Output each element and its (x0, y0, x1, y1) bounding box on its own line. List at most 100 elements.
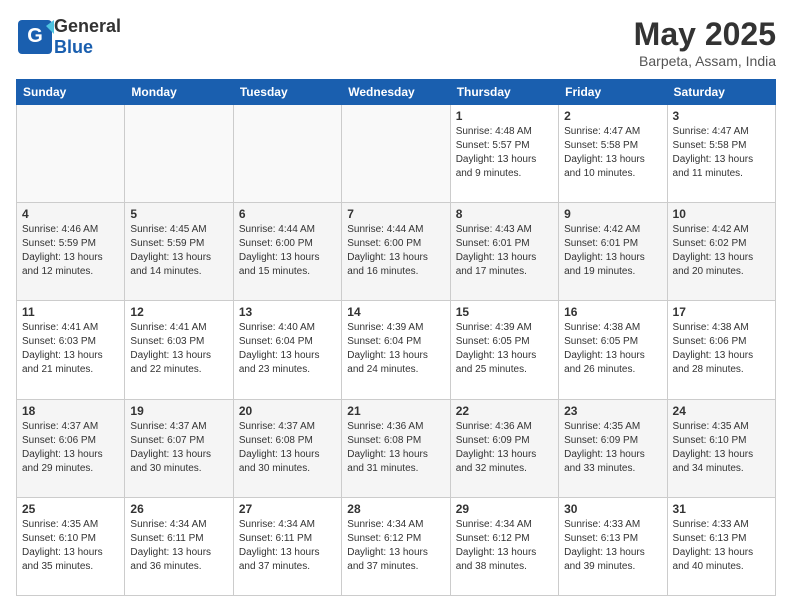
calendar-table: SundayMondayTuesdayWednesdayThursdayFrid… (16, 79, 776, 596)
header: G General Blue May 2025 Barpeta, Assam, … (16, 16, 776, 69)
day-number: 12 (130, 305, 227, 319)
calendar-cell: 6 Sunrise: 4:44 AM Sunset: 6:00 PM Daylig… (233, 203, 341, 301)
day-number: 15 (456, 305, 553, 319)
day-info: Sunrise: 4:42 AM Sunset: 6:01 PM Dayligh… (564, 223, 661, 279)
day-info: Sunrise: 4:35 AM Sunset: 6:10 PM Dayligh… (22, 518, 119, 574)
calendar-cell: 11 Sunrise: 4:41 AM Sunset: 6:03 PM Dayli… (17, 301, 125, 399)
calendar-row-4: 18 Sunrise: 4:37 AM Sunset: 6:06 PM Dayli… (17, 399, 776, 497)
calendar-cell: 21 Sunrise: 4:36 AM Sunset: 6:08 PM Dayli… (342, 399, 450, 497)
calendar-cell: 22 Sunrise: 4:36 AM Sunset: 6:09 PM Dayli… (450, 399, 558, 497)
day-number: 26 (130, 502, 227, 516)
day-info: Sunrise: 4:43 AM Sunset: 6:01 PM Dayligh… (456, 223, 553, 279)
day-number: 29 (456, 502, 553, 516)
day-info: Sunrise: 4:37 AM Sunset: 6:06 PM Dayligh… (22, 420, 119, 476)
day-number: 3 (673, 109, 770, 123)
day-info: Sunrise: 4:47 AM Sunset: 5:58 PM Dayligh… (564, 125, 661, 181)
page: G General Blue May 2025 Barpeta, Assam, … (0, 0, 792, 612)
calendar-cell: 9 Sunrise: 4:42 AM Sunset: 6:01 PM Daylig… (559, 203, 667, 301)
day-number: 19 (130, 404, 227, 418)
day-info: Sunrise: 4:33 AM Sunset: 6:13 PM Dayligh… (564, 518, 661, 574)
day-info: Sunrise: 4:34 AM Sunset: 6:11 PM Dayligh… (130, 518, 227, 574)
day-number: 22 (456, 404, 553, 418)
day-number: 25 (22, 502, 119, 516)
calendar-cell (233, 105, 341, 203)
calendar-cell: 2 Sunrise: 4:47 AM Sunset: 5:58 PM Daylig… (559, 105, 667, 203)
day-info: Sunrise: 4:34 AM Sunset: 6:12 PM Dayligh… (347, 518, 444, 574)
calendar-cell: 30 Sunrise: 4:33 AM Sunset: 6:13 PM Dayli… (559, 497, 667, 595)
calendar-cell (342, 105, 450, 203)
day-info: Sunrise: 4:41 AM Sunset: 6:03 PM Dayligh… (130, 321, 227, 377)
day-info: Sunrise: 4:38 AM Sunset: 6:06 PM Dayligh… (673, 321, 770, 377)
day-info: Sunrise: 4:36 AM Sunset: 6:08 PM Dayligh… (347, 420, 444, 476)
logo-blue-text: Blue (54, 37, 121, 58)
calendar-cell: 5 Sunrise: 4:45 AM Sunset: 5:59 PM Daylig… (125, 203, 233, 301)
col-header-saturday: Saturday (667, 80, 775, 105)
col-header-thursday: Thursday (450, 80, 558, 105)
calendar-cell: 8 Sunrise: 4:43 AM Sunset: 6:01 PM Daylig… (450, 203, 558, 301)
day-number: 21 (347, 404, 444, 418)
day-number: 4 (22, 207, 119, 221)
day-number: 20 (239, 404, 336, 418)
calendar-cell: 18 Sunrise: 4:37 AM Sunset: 6:06 PM Dayli… (17, 399, 125, 497)
calendar-cell: 7 Sunrise: 4:44 AM Sunset: 6:00 PM Daylig… (342, 203, 450, 301)
calendar-row-1: 1Sunrise: 4:48 AM Sunset: 5:57 PM Daylig… (17, 105, 776, 203)
calendar-cell: 28 Sunrise: 4:34 AM Sunset: 6:12 PM Dayli… (342, 497, 450, 595)
day-info: Sunrise: 4:37 AM Sunset: 6:07 PM Dayligh… (130, 420, 227, 476)
location: Barpeta, Assam, India (634, 53, 776, 69)
svg-text:G: G (27, 25, 43, 47)
day-info: Sunrise: 4:44 AM Sunset: 6:00 PM Dayligh… (239, 223, 336, 279)
day-number: 30 (564, 502, 661, 516)
day-number: 14 (347, 305, 444, 319)
calendar-cell: 29Sunrise: 4:34 AM Sunset: 6:12 PM Dayli… (450, 497, 558, 595)
calendar-cell: 13 Sunrise: 4:40 AM Sunset: 6:04 PM Dayli… (233, 301, 341, 399)
calendar-cell: 27Sunrise: 4:34 AM Sunset: 6:11 PM Dayli… (233, 497, 341, 595)
calendar-row-2: 4 Sunrise: 4:46 AM Sunset: 5:59 PM Daylig… (17, 203, 776, 301)
calendar-cell: 12 Sunrise: 4:41 AM Sunset: 6:03 PM Dayli… (125, 301, 233, 399)
day-number: 8 (456, 207, 553, 221)
calendar-cell: 20 Sunrise: 4:37 AM Sunset: 6:08 PM Dayli… (233, 399, 341, 497)
day-info: Sunrise: 4:42 AM Sunset: 6:02 PM Dayligh… (673, 223, 770, 279)
day-info: Sunrise: 4:44 AM Sunset: 6:00 PM Dayligh… (347, 223, 444, 279)
calendar-row-3: 11 Sunrise: 4:41 AM Sunset: 6:03 PM Dayli… (17, 301, 776, 399)
title-section: May 2025 Barpeta, Assam, India (634, 16, 776, 69)
calendar-cell (125, 105, 233, 203)
day-number: 11 (22, 305, 119, 319)
day-info: Sunrise: 4:36 AM Sunset: 6:09 PM Dayligh… (456, 420, 553, 476)
calendar-cell: 14Sunrise: 4:39 AM Sunset: 6:04 PM Dayli… (342, 301, 450, 399)
day-info: Sunrise: 4:47 AM Sunset: 5:58 PM Dayligh… (673, 125, 770, 181)
calendar-cell: 26 Sunrise: 4:34 AM Sunset: 6:11 PM Dayli… (125, 497, 233, 595)
col-header-sunday: Sunday (17, 80, 125, 105)
day-number: 2 (564, 109, 661, 123)
day-info: Sunrise: 4:39 AM Sunset: 6:05 PM Dayligh… (456, 321, 553, 377)
col-header-monday: Monday (125, 80, 233, 105)
calendar-cell: 1Sunrise: 4:48 AM Sunset: 5:57 PM Daylig… (450, 105, 558, 203)
day-info: Sunrise: 4:40 AM Sunset: 6:04 PM Dayligh… (239, 321, 336, 377)
day-number: 6 (239, 207, 336, 221)
logo-general-text: General (54, 16, 121, 37)
day-number: 31 (673, 502, 770, 516)
day-info: Sunrise: 4:45 AM Sunset: 5:59 PM Dayligh… (130, 223, 227, 279)
day-info: Sunrise: 4:46 AM Sunset: 5:59 PM Dayligh… (22, 223, 119, 279)
calendar-cell: 4 Sunrise: 4:46 AM Sunset: 5:59 PM Daylig… (17, 203, 125, 301)
day-number: 28 (347, 502, 444, 516)
day-info: Sunrise: 4:37 AM Sunset: 6:08 PM Dayligh… (239, 420, 336, 476)
day-number: 10 (673, 207, 770, 221)
calendar-cell: 16Sunrise: 4:38 AM Sunset: 6:05 PM Dayli… (559, 301, 667, 399)
day-number: 18 (22, 404, 119, 418)
calendar-cell: 19 Sunrise: 4:37 AM Sunset: 6:07 PM Dayli… (125, 399, 233, 497)
day-number: 7 (347, 207, 444, 221)
day-number: 5 (130, 207, 227, 221)
calendar-row-5: 25 Sunrise: 4:35 AM Sunset: 6:10 PM Dayli… (17, 497, 776, 595)
calendar-cell: 3 Sunrise: 4:47 AM Sunset: 5:58 PM Daylig… (667, 105, 775, 203)
calendar-cell: 17Sunrise: 4:38 AM Sunset: 6:06 PM Dayli… (667, 301, 775, 399)
month-title: May 2025 (634, 16, 776, 53)
col-header-friday: Friday (559, 80, 667, 105)
day-info: Sunrise: 4:41 AM Sunset: 6:03 PM Dayligh… (22, 321, 119, 377)
calendar-cell: 23Sunrise: 4:35 AM Sunset: 6:09 PM Dayli… (559, 399, 667, 497)
day-number: 9 (564, 207, 661, 221)
day-info: Sunrise: 4:35 AM Sunset: 6:09 PM Dayligh… (564, 420, 661, 476)
calendar-cell: 24Sunrise: 4:35 AM Sunset: 6:10 PM Dayli… (667, 399, 775, 497)
day-number: 13 (239, 305, 336, 319)
calendar-cell (17, 105, 125, 203)
day-number: 24 (673, 404, 770, 418)
